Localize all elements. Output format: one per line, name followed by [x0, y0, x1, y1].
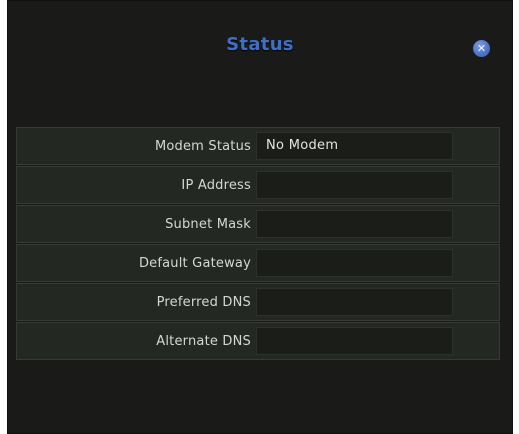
dialog-title: Status	[226, 34, 294, 55]
field-label: Preferred DNS	[156, 295, 251, 310]
status-row-modem-status: Modem Status No Modem	[16, 127, 500, 165]
field-label: Default Gateway	[138, 256, 251, 271]
status-table: Modem Status No Modem IP Address Subnet …	[16, 127, 500, 361]
status-row-default-gateway: Default Gateway	[16, 244, 500, 282]
subnet-mask-field	[256, 210, 453, 238]
close-icon[interactable]: ✕	[473, 40, 490, 57]
status-row-alternate-dns: Alternate DNS	[16, 322, 500, 360]
alternate-dns-field	[256, 327, 453, 355]
field-label: Alternate DNS	[156, 334, 251, 349]
default-gateway-field	[256, 249, 453, 277]
status-row-preferred-dns: Preferred DNS	[16, 283, 500, 321]
status-row-ip-address: IP Address	[16, 166, 500, 204]
preferred-dns-field	[256, 288, 453, 316]
ip-address-field	[256, 171, 453, 199]
status-row-subnet-mask: Subnet Mask	[16, 205, 500, 243]
modem-status-field: No Modem	[256, 132, 453, 160]
field-label: IP Address	[181, 178, 251, 193]
status-dialog: Status ✕ Modem Status No Modem IP Addres…	[7, 0, 513, 434]
field-label: Modem Status	[154, 139, 251, 154]
field-label: Subnet Mask	[165, 217, 251, 232]
